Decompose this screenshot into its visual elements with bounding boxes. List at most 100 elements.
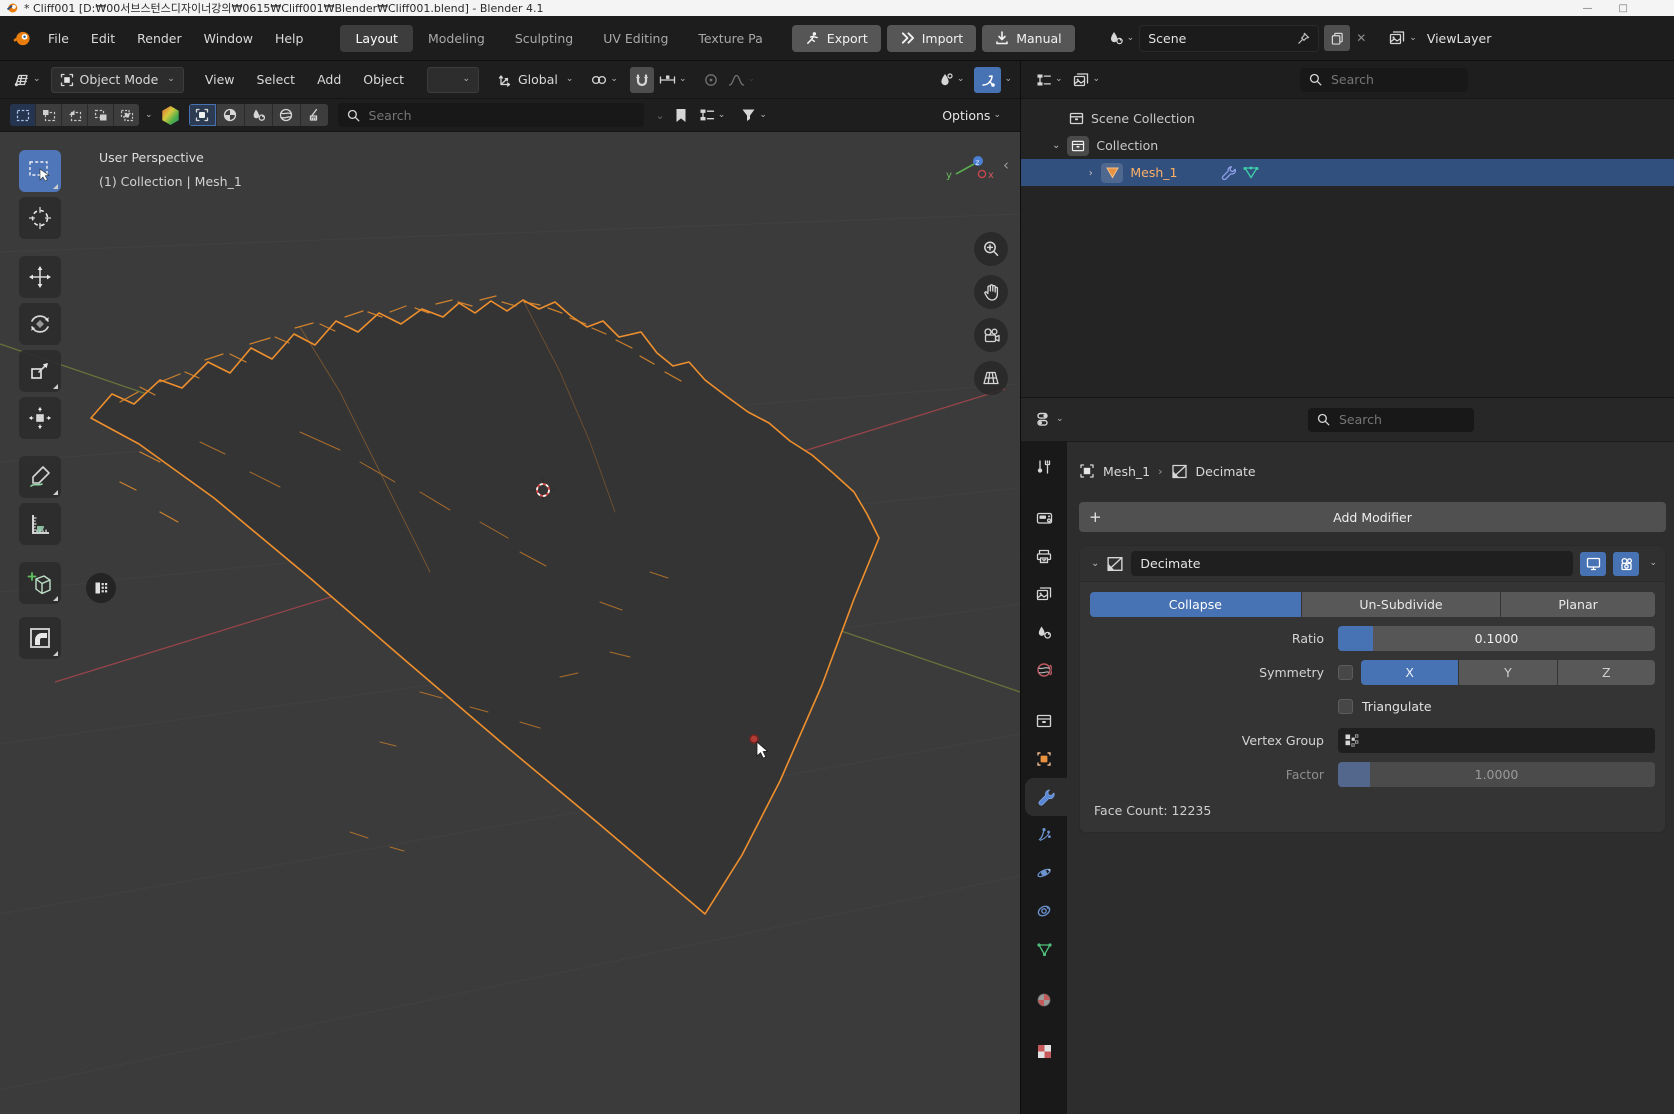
properties-search-input[interactable] — [1337, 411, 1465, 428]
axis-x-button[interactable]: X — [1361, 660, 1458, 685]
search-expander[interactable]: ⌄ — [656, 110, 665, 121]
axis-z-button[interactable]: Z — [1558, 660, 1655, 685]
unlink-scene-button[interactable]: ✕ — [1356, 31, 1366, 45]
tool-rotate[interactable] — [19, 303, 61, 345]
view-layer-icon[interactable]: ⌄ — [1384, 25, 1422, 51]
tab-constraints[interactable] — [1021, 892, 1067, 930]
tab-physics[interactable] — [1021, 854, 1067, 892]
viewport-menu-add[interactable]: Add — [306, 68, 352, 91]
triangulate-checkbox[interactable] — [1338, 699, 1353, 714]
viewport-canvas[interactable]: y z x User Perspective (1) Collection | … — [0, 132, 1020, 1114]
tab-particles[interactable] — [1021, 816, 1067, 854]
tab-world[interactable] — [1021, 651, 1067, 689]
vertex-group-field[interactable] — [1338, 728, 1655, 753]
panel-collapse-chevron[interactable]: ⌄ — [1091, 559, 1099, 569]
tool-add-cube[interactable] — [19, 562, 61, 604]
breadcrumb-object[interactable]: Mesh_1 — [1103, 464, 1150, 479]
tab-output[interactable] — [1021, 537, 1067, 575]
outliner-row-collection[interactable]: ⌄ Collection — [1021, 132, 1674, 159]
minimize-button[interactable]: — — [1583, 3, 1593, 14]
select-mode-intersect[interactable] — [114, 104, 139, 126]
workspace-tab-sculpting[interactable]: Sculpting — [500, 25, 588, 52]
mode-planar-button[interactable]: Planar — [1501, 592, 1655, 617]
editor-type-button[interactable]: ⌄ — [8, 67, 46, 93]
mode-dropdown[interactable]: Object Mode ⌄ — [51, 67, 184, 93]
tab-material[interactable] — [1021, 981, 1067, 1019]
menu-edit[interactable]: Edit — [80, 27, 126, 50]
pivot-point-dropdown[interactable]: ⌄ — [586, 67, 623, 93]
tab-object-data[interactable] — [1021, 930, 1067, 968]
matcap-ball-icon[interactable] — [160, 105, 181, 126]
outliner-display-mode-dropdown[interactable]: ⌄ — [1031, 67, 1068, 93]
axis-y-button[interactable]: Y — [1459, 660, 1556, 685]
show-in-render-toggle[interactable] — [1613, 552, 1639, 576]
modifier-extras-dropdown[interactable]: ⌄ — [1649, 559, 1657, 568]
camera-view-button[interactable] — [974, 318, 1008, 352]
tab-view-layer[interactable] — [1021, 575, 1067, 613]
select-mode-invert[interactable] — [88, 104, 113, 126]
viewport-menu-view[interactable]: View — [194, 68, 246, 91]
orthographic-toggle-button[interactable] — [974, 361, 1008, 395]
properties-search[interactable] — [1308, 408, 1474, 432]
tool-cursor[interactable] — [19, 197, 61, 239]
outliner-filter-dropdown[interactable]: ⌄ — [1068, 67, 1106, 93]
tab-collection[interactable] — [1021, 702, 1067, 740]
export-button[interactable]: Export — [792, 25, 881, 52]
tool-select-box[interactable] — [19, 150, 61, 192]
add-modifier-button[interactable]: + Add Modifier — [1079, 502, 1666, 532]
new-scene-button[interactable] — [1324, 25, 1350, 51]
filter-world-icon[interactable] — [273, 104, 300, 126]
tab-modifiers[interactable] — [1025, 778, 1067, 816]
workspace-tab-texture-paint[interactable]: Texture Pa — [683, 25, 777, 52]
expand-chevron[interactable]: ⌄ — [1085, 168, 1095, 176]
tool-extra[interactable] — [19, 617, 61, 659]
pan-hand-button[interactable] — [974, 275, 1008, 309]
display-mode-dropdown[interactable]: ⌄ — [694, 102, 731, 128]
factor-slider[interactable]: 1.0000 — [1338, 762, 1655, 787]
modifier-name-field[interactable] — [1131, 551, 1573, 576]
blender-logo-icon[interactable] — [12, 29, 31, 48]
snap-settings-dropdown[interactable]: ⌄ — [654, 67, 692, 93]
filter-shading-icon[interactable] — [217, 104, 244, 126]
menu-render[interactable]: Render — [126, 27, 193, 50]
filter-brush-icon[interactable] — [301, 104, 328, 126]
symmetry-checkbox[interactable] — [1338, 665, 1353, 680]
show-gizmo-toggle[interactable] — [974, 67, 1001, 93]
proportional-editing-toggle[interactable] — [699, 67, 723, 93]
menu-window[interactable]: Window — [193, 27, 264, 50]
proportional-falloff-dropdown[interactable]: ⌄ — [723, 67, 761, 93]
maximize-button[interactable]: □ — [1619, 3, 1628, 14]
menu-help[interactable]: Help — [264, 27, 315, 50]
asset-shelf-toggle[interactable] — [86, 573, 116, 603]
tool-settings-dropdown[interactable]: ⌄ — [427, 67, 479, 93]
modifier-wrench-icon[interactable] — [1221, 165, 1236, 180]
breadcrumb-modifier[interactable]: Decimate — [1196, 464, 1256, 479]
filter-scene-icon[interactable] — [245, 104, 272, 126]
snap-toggle[interactable] — [630, 67, 654, 93]
import-button[interactable]: Import — [887, 25, 977, 52]
viewport-search-input[interactable] — [367, 107, 635, 124]
pin-icon[interactable] — [1297, 32, 1310, 45]
tool-annotate[interactable] — [19, 456, 61, 498]
tab-texture[interactable] — [1021, 1032, 1067, 1070]
object-type-visibility-dropdown[interactable]: ⌄ — [933, 67, 970, 93]
filter-dropdown[interactable]: ⌄ — [736, 102, 772, 128]
tool-scale[interactable] — [19, 350, 61, 392]
viewport-search[interactable] — [338, 103, 644, 127]
tab-render[interactable] — [1021, 499, 1067, 537]
workspace-tab-modeling[interactable]: Modeling — [413, 25, 500, 52]
tool-header-expander[interactable]: ⌄ — [145, 111, 153, 120]
mode-unsubdivide-button[interactable]: Un-Subdivide — [1302, 592, 1500, 617]
tab-tool[interactable] — [1021, 448, 1067, 486]
menu-file[interactable]: File — [37, 27, 80, 50]
transform-orientation-dropdown[interactable]: Global ⌄ — [493, 67, 578, 93]
viewport-menu-object[interactable]: Object — [352, 68, 415, 91]
collapse-chevron[interactable]: ⌄ — [1052, 141, 1060, 151]
browse-scene-button[interactable]: ⌄ — [1103, 25, 1140, 51]
viewport-menu-select[interactable]: Select — [246, 68, 307, 91]
scene-name-field[interactable]: Scene — [1139, 25, 1319, 52]
tool-move[interactable] — [19, 256, 61, 298]
manual-button[interactable]: Manual — [982, 25, 1074, 52]
workspace-tab-layout[interactable]: Layout — [340, 25, 413, 52]
tab-object[interactable] — [1021, 740, 1067, 778]
